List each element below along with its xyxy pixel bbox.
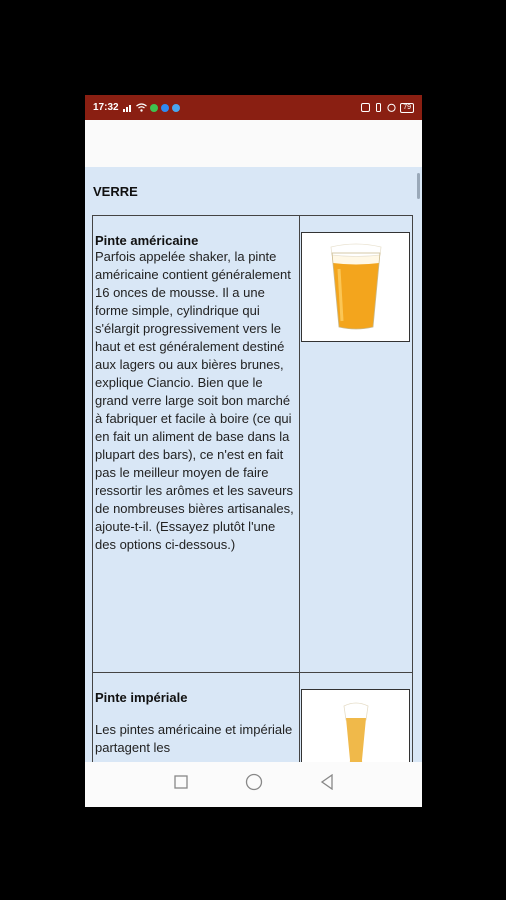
wifi-icon: [135, 103, 147, 112]
scrollbar[interactable]: [417, 173, 420, 199]
recents-button[interactable]: [173, 775, 188, 794]
signal-icon: [122, 105, 131, 112]
glass-name: Pinte impériale: [95, 690, 188, 705]
glass-name: Pinte américaine: [95, 233, 199, 248]
phone-screen: 17:32 79 VERRE Pinte américaine Parfois …: [85, 95, 422, 807]
table-row: Pinte américaine Parfois appelée shaker,…: [91, 215, 413, 673]
glass-text-cell: Pinte américaine Parfois appelée shaker,…: [91, 215, 301, 673]
glass-description: Les pintes américaine et impériale parta…: [95, 722, 293, 755]
navigation-bar: [85, 762, 422, 807]
messenger-icon: [160, 103, 169, 112]
alarm-icon: [387, 103, 396, 112]
circle-icon: [245, 773, 262, 791]
status-left-icons: [122, 103, 180, 112]
triangle-back-icon: [320, 773, 333, 791]
battery-icon: 79: [400, 102, 414, 113]
section-title: VERRE: [93, 184, 138, 199]
back-button[interactable]: [320, 773, 334, 795]
nfc-icon: [361, 103, 371, 112]
home-button[interactable]: [245, 773, 263, 796]
glass-image-cell: [299, 215, 413, 673]
glass-image-cell: [299, 672, 413, 762]
status-bar: 17:32 79: [85, 95, 422, 120]
weizen-glass-icon: [343, 702, 368, 762]
twitter-icon: [171, 103, 180, 112]
status-right-icons: 79: [361, 102, 414, 113]
glasses-table: Pinte américaine Parfois appelée shaker,…: [91, 215, 413, 762]
article-content[interactable]: VERRE Pinte américaine Parfois appelée s…: [85, 167, 422, 762]
pint-glass-image: [301, 232, 411, 342]
table-row: Pinte impériale Les pintes américaine et…: [91, 672, 413, 762]
app-bar: [85, 120, 422, 167]
vibrate-icon: [376, 103, 382, 112]
weizen-glass-image: [301, 689, 411, 762]
pint-glass-icon: [330, 243, 381, 330]
square-icon: [173, 775, 188, 789]
status-time: 17:32: [93, 102, 119, 113]
whatsapp-icon: [149, 103, 158, 112]
glass-description: Parfois appelée shaker, la pinte américa…: [95, 249, 294, 552]
glass-text-cell: Pinte impériale Les pintes américaine et…: [91, 672, 301, 762]
